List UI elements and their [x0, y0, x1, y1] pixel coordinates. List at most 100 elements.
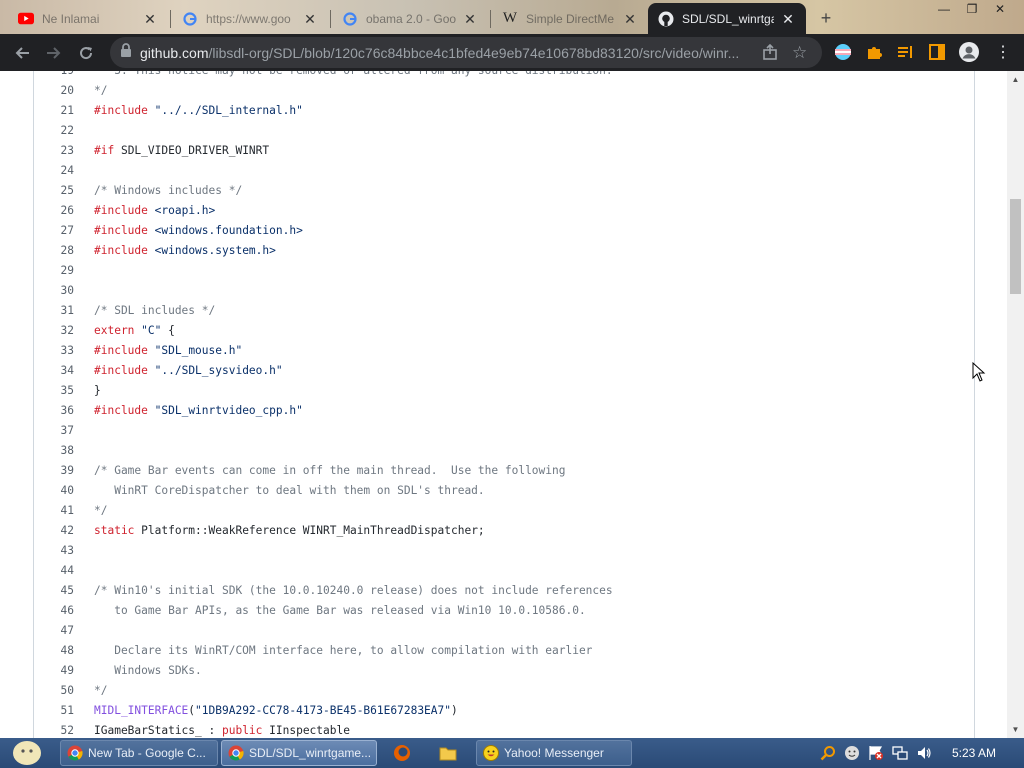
- line-number[interactable]: 27: [34, 221, 74, 241]
- code-token: */: [94, 504, 108, 517]
- tab-wikipedia[interactable]: W Simple DirectMe ✕: [492, 3, 648, 34]
- line-number[interactable]: 44: [34, 561, 74, 581]
- reading-list-icon[interactable]: [892, 39, 918, 65]
- line-number[interactable]: 26: [34, 201, 74, 221]
- smiley-icon[interactable]: [843, 744, 861, 762]
- line-number[interactable]: 34: [34, 361, 74, 381]
- tab-strip: Ne Inlamai ✕ https://www.goo ✕ obama 2.0…: [0, 0, 1024, 34]
- line-number[interactable]: 23: [34, 141, 74, 161]
- line-number[interactable]: 19: [34, 71, 74, 81]
- line-number[interactable]: 50: [34, 681, 74, 701]
- address-bar[interactable]: github.com/libsdl-org/SDL/blob/120c76c84…: [110, 37, 822, 68]
- line-number[interactable]: 31: [34, 301, 74, 321]
- profile-avatar-icon[interactable]: [956, 39, 982, 65]
- line-number[interactable]: 30: [34, 281, 74, 301]
- scrollbar-thumb[interactable]: [1010, 199, 1021, 294]
- line-number[interactable]: 25: [34, 181, 74, 201]
- close-icon[interactable]: ✕: [780, 11, 796, 27]
- network-icon[interactable]: [891, 744, 909, 762]
- puzzle-extension-icon[interactable]: [861, 39, 887, 65]
- start-button[interactable]: [4, 738, 50, 768]
- line-number[interactable]: 28: [34, 241, 74, 261]
- tab-google-obama[interactable]: obama 2.0 - Goo ✕: [332, 3, 488, 34]
- line-number[interactable]: 49: [34, 661, 74, 681]
- pride-flag-extension-icon[interactable]: [830, 39, 856, 65]
- line-number[interactable]: 51: [34, 701, 74, 721]
- close-icon[interactable]: ✕: [302, 11, 318, 27]
- restore-button[interactable]: ❐: [958, 0, 986, 18]
- code-line: 39 /* Game Bar events can come in off the…: [34, 461, 974, 481]
- code-line: 20 */: [34, 81, 974, 101]
- search-icon[interactable]: [819, 744, 837, 762]
- line-number[interactable]: 24: [34, 161, 74, 181]
- code-line: 34 #include "../SDL_sysvideo.h": [34, 361, 974, 381]
- minimize-button[interactable]: —: [930, 0, 958, 18]
- line-number[interactable]: 52: [34, 721, 74, 738]
- line-number[interactable]: 43: [34, 541, 74, 561]
- code-text: extern "C" {: [94, 321, 175, 341]
- code-text: Declare its WinRT/COM interface here, to…: [94, 641, 592, 661]
- line-number[interactable]: 29: [34, 261, 74, 281]
- close-icon[interactable]: ✕: [622, 11, 638, 27]
- code-text: */: [94, 81, 107, 101]
- code-line: 47: [34, 621, 974, 641]
- firefox-icon[interactable]: [392, 743, 412, 763]
- line-number[interactable]: 42: [34, 521, 74, 541]
- code-line: 23 #if SDL_VIDEO_DRIVER_WINRT: [34, 141, 974, 161]
- line-number[interactable]: 33: [34, 341, 74, 361]
- clock[interactable]: 5:23 AM: [952, 738, 996, 768]
- line-number[interactable]: 38: [34, 441, 74, 461]
- tab-title: SDL/SDL_winrtga: [682, 11, 774, 26]
- line-number[interactable]: 45: [34, 581, 74, 601]
- share-icon[interactable]: [762, 43, 778, 65]
- line-number[interactable]: 35: [34, 381, 74, 401]
- new-tab-button[interactable]: +: [815, 7, 837, 29]
- url-path: /libsdl-org/SDL/blob/120c76c84bbce4c1bfe…: [208, 44, 740, 61]
- code-text: */: [94, 681, 107, 701]
- code-line: 28 #include <windows.system.h>: [34, 241, 974, 261]
- forward-button[interactable]: [38, 37, 70, 69]
- tab-google-search[interactable]: https://www.goo ✕: [172, 3, 328, 34]
- bookmark-star-icon[interactable]: ☆: [792, 43, 807, 63]
- close-icon[interactable]: ✕: [462, 11, 478, 27]
- code-line: 26 #include <roapi.h>: [34, 201, 974, 221]
- line-number[interactable]: 22: [34, 121, 74, 141]
- vertical-scrollbar[interactable]: ▲ ▼: [1007, 71, 1024, 738]
- folder-icon[interactable]: [438, 743, 458, 763]
- reload-button[interactable]: [70, 37, 102, 69]
- line-number[interactable]: 46: [34, 601, 74, 621]
- line-number[interactable]: 21: [34, 101, 74, 121]
- line-number[interactable]: 41: [34, 501, 74, 521]
- side-panel-icon[interactable]: [924, 39, 950, 65]
- tab-github-active[interactable]: SDL/SDL_winrtga ✕: [648, 3, 806, 34]
- close-window-button[interactable]: ✕: [986, 0, 1014, 18]
- close-icon[interactable]: ✕: [142, 11, 158, 27]
- kebab-menu-icon[interactable]: ⋮: [990, 39, 1016, 65]
- taskbar-item-label: New Tab - Google C...: [88, 746, 206, 760]
- line-number[interactable]: 37: [34, 421, 74, 441]
- code-line: 40 WinRT CoreDispatcher to deal with the…: [34, 481, 974, 501]
- code-token: ): [451, 704, 458, 717]
- taskbar-item-sdl[interactable]: SDL/SDL_winrtgame...: [221, 740, 377, 766]
- line-number[interactable]: 39: [34, 461, 74, 481]
- back-button[interactable]: [6, 37, 38, 69]
- line-number[interactable]: 32: [34, 321, 74, 341]
- volume-icon[interactable]: [915, 744, 933, 762]
- tab-youtube[interactable]: Ne Inlamai ✕: [8, 3, 168, 34]
- code-line: 25 /* Windows includes */: [34, 181, 974, 201]
- line-number[interactable]: 48: [34, 641, 74, 661]
- line-number[interactable]: 20: [34, 81, 74, 101]
- action-center-flag-icon[interactable]: [867, 744, 885, 762]
- line-number[interactable]: 40: [34, 481, 74, 501]
- taskbar-item-yahoo-messenger[interactable]: Yahoo! Messenger: [476, 740, 632, 766]
- line-number[interactable]: 36: [34, 401, 74, 421]
- github-icon: [658, 11, 674, 27]
- taskbar-item-new-tab[interactable]: New Tab - Google C...: [60, 740, 218, 766]
- line-number[interactable]: 47: [34, 621, 74, 641]
- code-token: */: [94, 84, 108, 97]
- scroll-up-arrow-icon[interactable]: ▲: [1007, 71, 1024, 88]
- scroll-down-arrow-icon[interactable]: ▼: [1007, 721, 1024, 738]
